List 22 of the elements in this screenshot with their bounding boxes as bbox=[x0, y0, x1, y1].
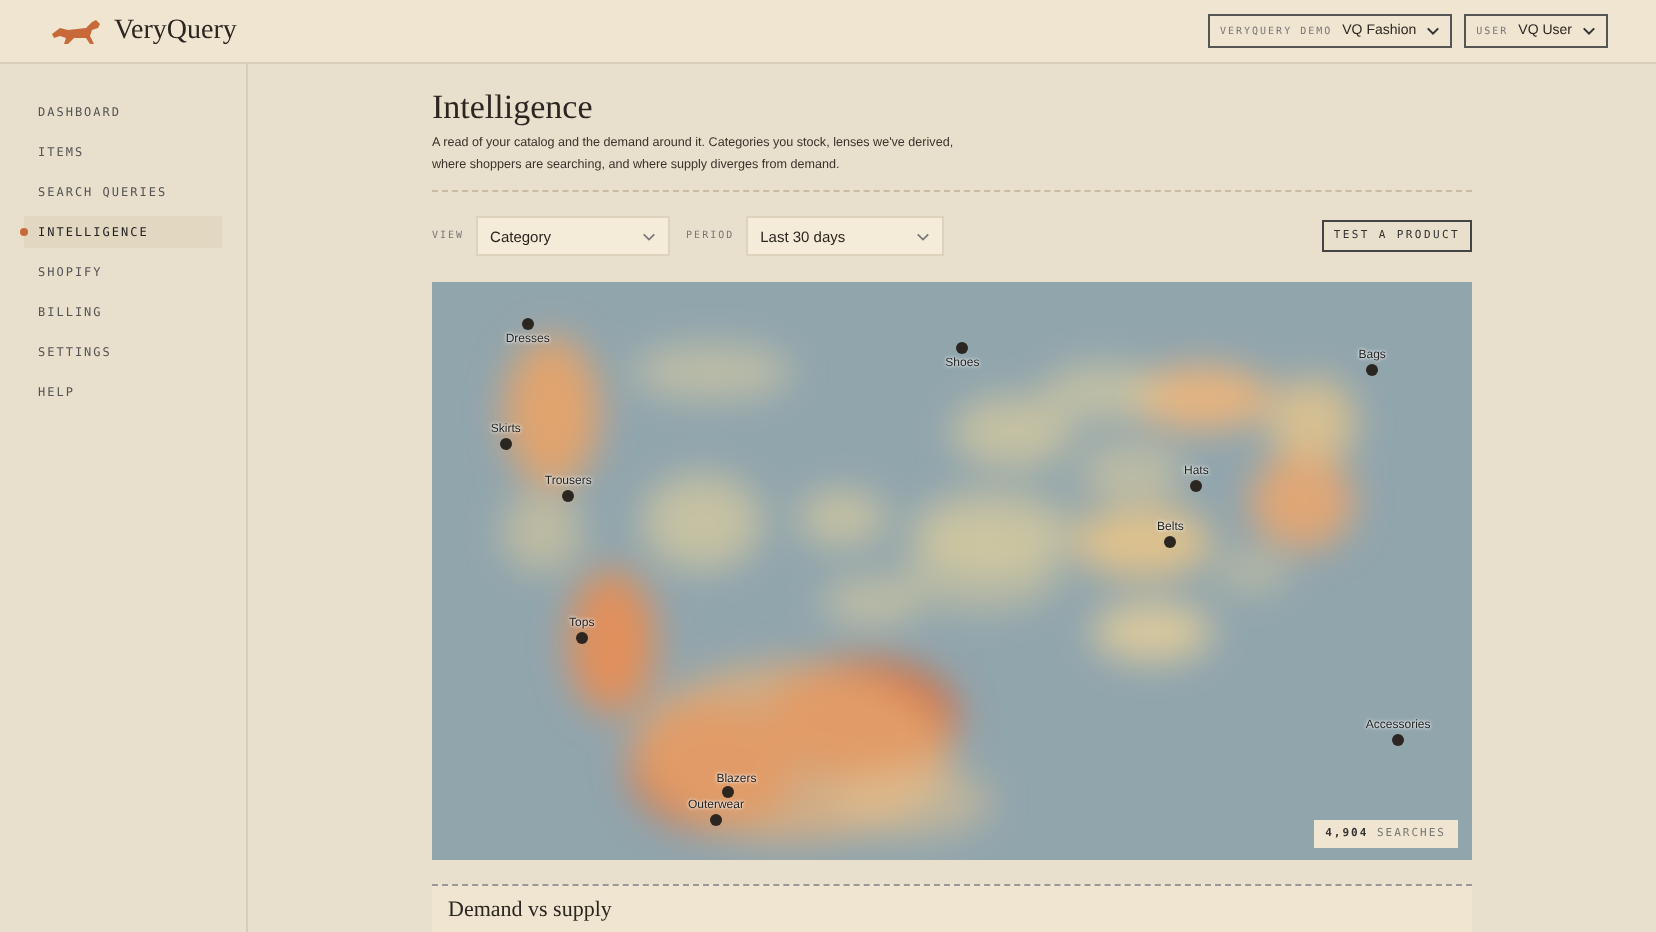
heat-spot bbox=[1072, 506, 1212, 579]
dog-logo-icon bbox=[48, 15, 104, 47]
map-pin-icon[interactable] bbox=[956, 342, 969, 355]
map-pin-icon[interactable] bbox=[521, 317, 534, 330]
map-pin-icon[interactable] bbox=[499, 438, 512, 451]
map-pin-icon[interactable] bbox=[562, 490, 575, 503]
caret-icon bbox=[1426, 26, 1441, 36]
caret-icon bbox=[642, 231, 657, 242]
map-pin-icon[interactable] bbox=[1190, 480, 1203, 493]
brand-name: VeryQuery bbox=[114, 15, 237, 47]
heat-spot bbox=[952, 396, 1072, 469]
caret-icon bbox=[916, 231, 931, 242]
map-pin-icon[interactable] bbox=[1366, 364, 1379, 377]
page-title: Intelligence bbox=[432, 88, 595, 128]
map-pin-icon[interactable] bbox=[722, 786, 735, 799]
heat-spot bbox=[1092, 602, 1212, 663]
heat-spot bbox=[1042, 364, 1162, 421]
section-title: Demand vs supply bbox=[448, 898, 614, 923]
heat-spot bbox=[798, 490, 886, 547]
heat-spot bbox=[1080, 444, 1184, 501]
caret-icon bbox=[1582, 26, 1596, 36]
map-pin-icon[interactable] bbox=[1392, 734, 1405, 747]
